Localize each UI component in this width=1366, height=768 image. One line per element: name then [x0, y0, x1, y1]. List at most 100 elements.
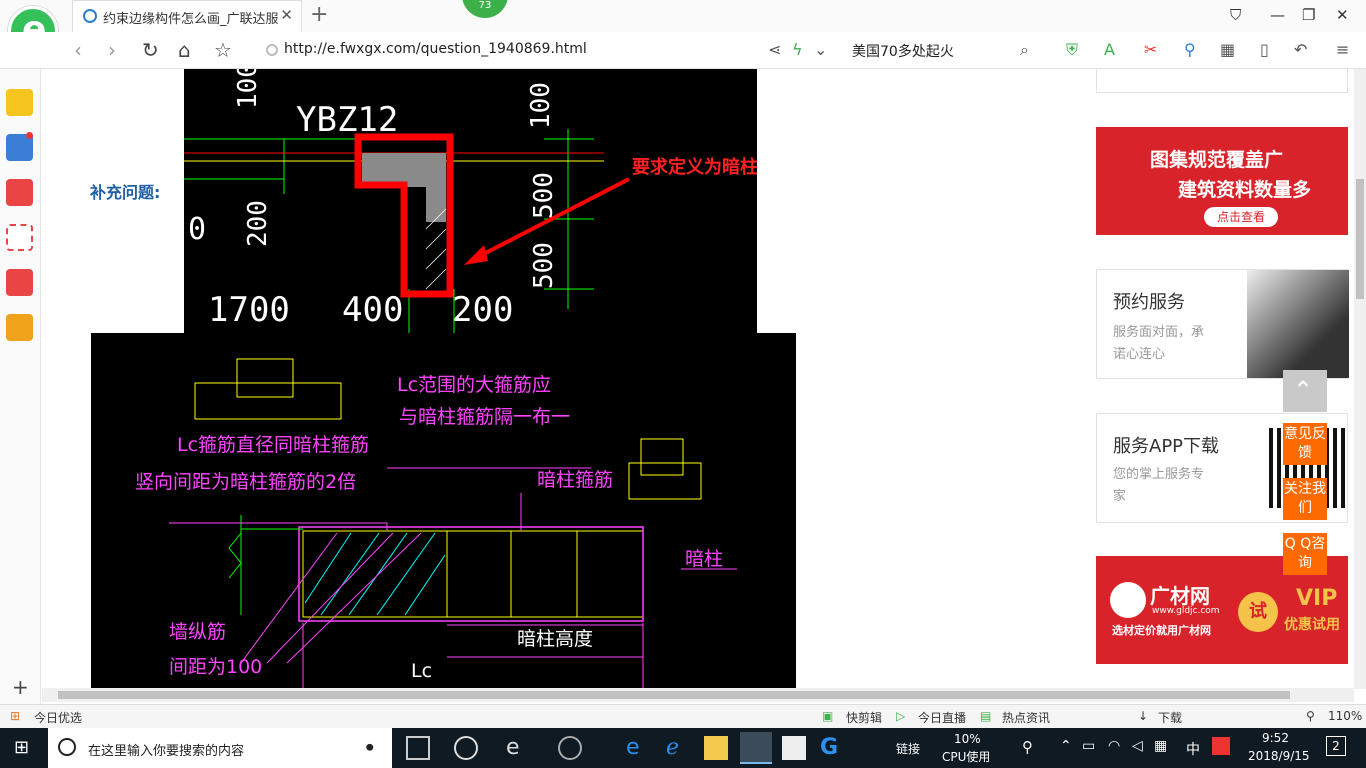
zoom-icon[interactable]: ⚲ — [1306, 709, 1315, 723]
home-icon[interactable]: ⌂ — [178, 38, 191, 62]
magnifier-icon[interactable]: ⚲ — [1184, 40, 1196, 59]
game-icon[interactable] — [6, 269, 33, 296]
chevron-down-icon[interactable]: ⌄ — [814, 40, 827, 59]
cad-label-wall-2: 间距为100 — [169, 656, 262, 678]
banner2-brand: 广材网 — [1150, 584, 1210, 608]
handshake-image — [1247, 270, 1349, 378]
cad-dim-100-left: 100 — [233, 69, 263, 109]
orbit-app-icon[interactable] — [558, 736, 582, 760]
ime-indicator[interactable]: 中 — [1186, 739, 1200, 759]
file-explorer-icon[interactable] — [704, 736, 728, 760]
microphone-icon[interactable]: ⏺ — [366, 738, 374, 756]
follow-us-button[interactable]: 关注我们 — [1283, 478, 1327, 520]
translate-icon[interactable]: A — [1104, 40, 1115, 59]
shirt-skin-icon[interactable]: ⛉ — [1230, 6, 1241, 24]
feedback-button[interactable]: 意见反馈 — [1283, 423, 1327, 465]
cad-title: YBZ12 — [296, 100, 398, 140]
favorite-star-icon[interactable]: ☆ — [214, 38, 232, 62]
wifi-icon[interactable]: ◠ — [1108, 738, 1120, 754]
clock-date[interactable]: 2018/9/15 — [1248, 749, 1310, 763]
site-info-icon[interactable] — [266, 44, 278, 56]
download-link[interactable]: 下载 — [1158, 709, 1182, 726]
add-sidebar-icon[interactable]: + — [12, 675, 29, 699]
windows-start-icon[interactable]: ⊞ — [14, 737, 29, 758]
new-tab-button[interactable]: + — [310, 2, 328, 27]
cad-label-lc-stirrup: Lc范围的大箍筋应 — [397, 374, 551, 396]
notebook-icon[interactable] — [6, 314, 33, 341]
lightning-icon[interactable]: ϟ — [792, 40, 803, 59]
ie-icon[interactable]: ℯ — [666, 736, 690, 760]
back-icon[interactable]: ‹ — [74, 38, 82, 62]
people-icon[interactable]: ⚲ — [1022, 738, 1033, 756]
cad-label-diameter: Lc箍筋直径同暗柱箍筋 — [177, 434, 369, 456]
glodon-g-icon[interactable]: G — [820, 736, 844, 760]
unread-dot — [26, 132, 33, 139]
task-view-icon[interactable] — [406, 736, 430, 760]
kuaijian-icon[interactable]: ▣ — [822, 709, 833, 723]
notification-center-icon[interactable]: 2 — [1326, 736, 1346, 756]
today-picks-link[interactable]: 今日优选 — [34, 709, 82, 726]
battery-icon[interactable]: ▭ — [1082, 738, 1095, 754]
live-link[interactable]: 今日直播 — [918, 709, 966, 726]
weibo-icon[interactable] — [6, 179, 33, 206]
vertical-scroll-thumb[interactable] — [1356, 179, 1364, 299]
cad-annotation: 要求定义为暗柱 — [632, 156, 757, 178]
url-input[interactable]: http://e.fwxgx.com/question_1940869.html — [262, 38, 852, 63]
phone-icon[interactable]: ▯ — [1260, 40, 1269, 59]
mail-icon[interactable] — [782, 736, 806, 760]
tab-close-button[interactable]: ✕ — [280, 6, 293, 24]
notification-badge[interactable]: 73 — [462, 0, 508, 18]
favorites-star-icon[interactable] — [6, 89, 33, 116]
apps-grid-icon[interactable]: ▦ — [1220, 40, 1235, 59]
sogou-ime-icon[interactable] — [1212, 737, 1230, 755]
news-link[interactable]: 热点资讯 — [1002, 709, 1050, 726]
zoom-level[interactable]: 110% — [1328, 709, 1362, 723]
back-to-top-button[interactable]: ⌃ — [1283, 370, 1327, 412]
taskbar-search-input[interactable]: 在这里输入你要搜索的内容 ⏺ — [48, 728, 392, 768]
gift-icon[interactable]: ⊞ — [10, 709, 20, 723]
horizontal-scroll-thumb[interactable] — [58, 691, 1290, 699]
pinwheel-icon[interactable] — [454, 736, 478, 760]
edge-icon[interactable]: e — [626, 736, 650, 760]
tray-up-icon[interactable]: ⌃ — [1060, 738, 1072, 754]
menu-icon[interactable]: ≡ — [1336, 40, 1349, 59]
refresh-icon[interactable]: ↻ — [142, 38, 159, 62]
horizontal-scrollbar[interactable] — [42, 688, 1354, 702]
left-sidebar: + — [0, 69, 41, 706]
browser-360-active-icon[interactable] — [740, 732, 772, 764]
hot-search-text[interactable]: 美国70多处起火 — [852, 41, 954, 61]
cad-dim-400: 400 — [342, 290, 403, 330]
top-card-partial[interactable] — [1096, 69, 1348, 93]
cad-drawing-detail: Lc范围的大箍筋应 与暗柱箍筋隔一布一 Lc箍筋直径同暗柱箍筋 竖向间距为暗柱箍… — [91, 333, 796, 689]
edge-e-icon[interactable]: e — [506, 736, 530, 760]
live-icon[interactable]: ▷ — [896, 709, 905, 723]
email-icon[interactable] — [6, 224, 33, 251]
forward-icon[interactable]: › — [108, 38, 116, 62]
card-appointment[interactable]: 预约服务 服务面对面，承 诺心连心 — [1096, 269, 1349, 379]
kuaijian-link[interactable]: 快剪辑 — [846, 709, 882, 726]
qq-consult-button[interactable]: Q Q咨询 — [1283, 533, 1327, 575]
browser-tab[interactable]: 约束边缘构件怎么画_广联达服务 ✕ — [72, 0, 302, 32]
volume-icon[interactable]: ◁ — [1132, 738, 1143, 754]
download-icon[interactable]: ↓ — [1138, 709, 1148, 723]
banner-atlas[interactable]: 图集规范覆盖广 建筑资料数量多 点击查看 — [1096, 127, 1348, 235]
search-icon[interactable]: ⌕ — [1020, 40, 1029, 60]
restore-icon[interactable]: ❐ — [1302, 6, 1315, 24]
share-icon[interactable]: ⋖ — [768, 40, 781, 59]
undo-icon[interactable]: ↶ — [1294, 40, 1307, 59]
links-toolbar[interactable]: 链接 — [896, 740, 920, 757]
keyboard-icon[interactable]: ▦ — [1154, 738, 1167, 754]
card2-line1: 您的掌上服务专 — [1113, 467, 1205, 482]
cad-dim-200: 200 — [243, 200, 273, 247]
minimize-icon[interactable]: — — [1270, 6, 1285, 24]
banner1-cta-button[interactable]: 点击查看 — [1204, 207, 1278, 227]
cad-dim-100-right: 100 — [526, 82, 556, 129]
clock-time[interactable]: 9:52 — [1262, 731, 1289, 745]
scissors-icon[interactable]: ✂ — [1144, 40, 1157, 59]
shield-icon[interactable]: ⛨ — [1066, 40, 1078, 60]
vertical-scrollbar[interactable] — [1354, 69, 1366, 689]
close-window-icon[interactable]: ✕ — [1336, 6, 1349, 24]
cad-dim-200-bottom: 200 — [452, 290, 513, 330]
address-toolbar: ‹ › ↻ ⌂ ☆ http://e.fwxgx.com/question_19… — [0, 32, 1366, 69]
news-icon[interactable]: ▤ — [980, 709, 991, 723]
